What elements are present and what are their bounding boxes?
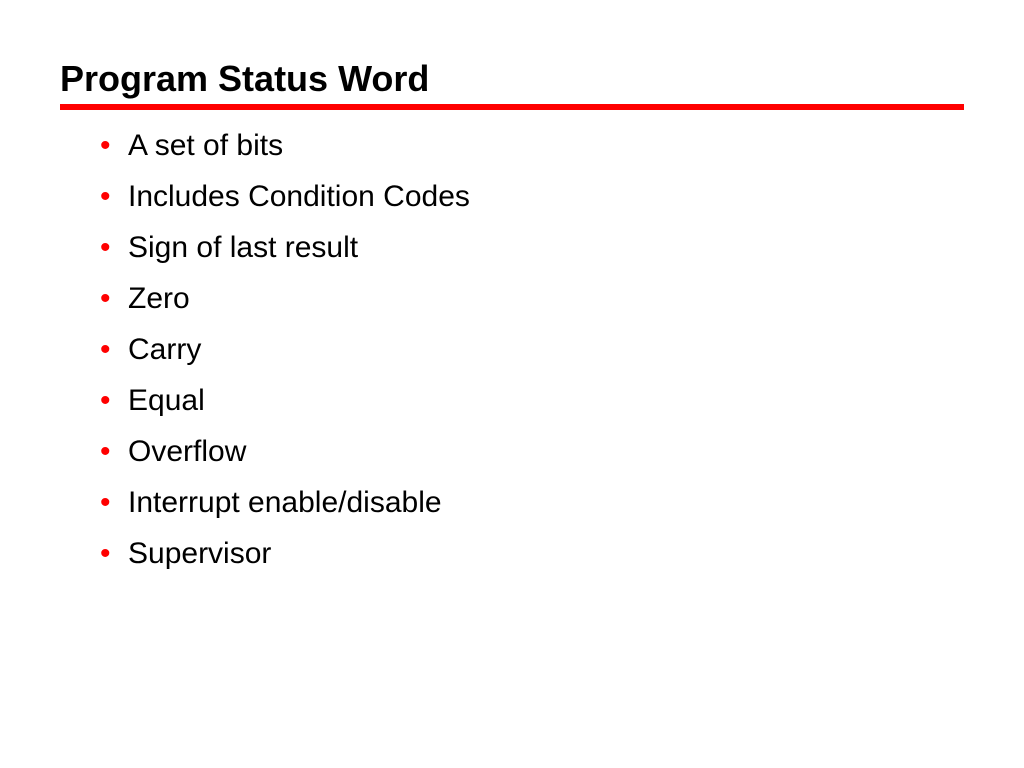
- title-underline: [60, 104, 964, 110]
- bullet-list: A set of bits Includes Condition Codes S…: [60, 120, 964, 579]
- list-item: Equal: [100, 375, 964, 426]
- list-item: Supervisor: [100, 528, 964, 579]
- list-item: Zero: [100, 273, 964, 324]
- slide-title: Program Status Word: [60, 58, 964, 100]
- slide: Program Status Word A set of bits Includ…: [0, 0, 1024, 579]
- list-item: Overflow: [100, 426, 964, 477]
- list-item: Sign of last result: [100, 222, 964, 273]
- list-item: A set of bits: [100, 120, 964, 171]
- list-item: Includes Condition Codes: [100, 171, 964, 222]
- list-item: Carry: [100, 324, 964, 375]
- list-item: Interrupt enable/disable: [100, 477, 964, 528]
